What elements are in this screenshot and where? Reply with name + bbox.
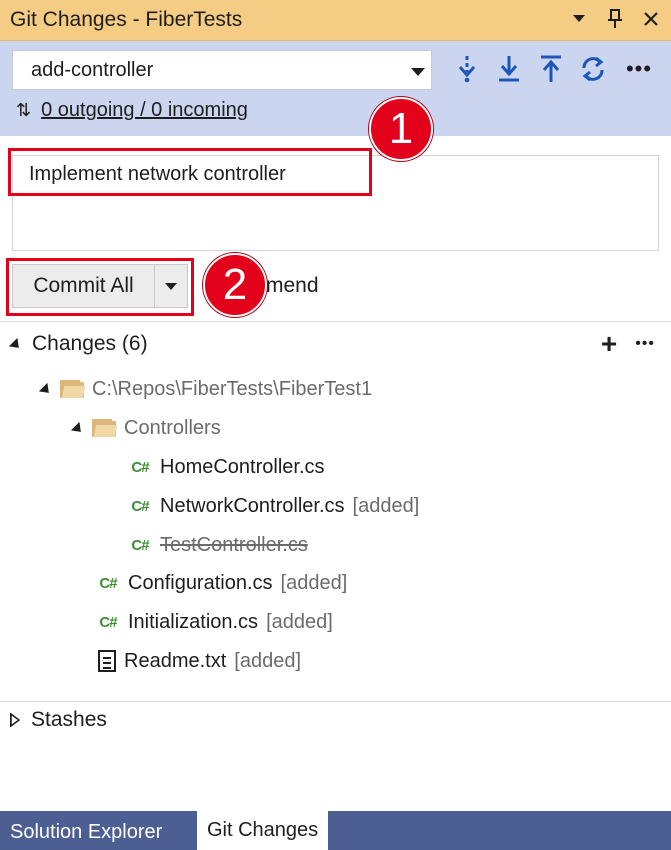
sync-icon[interactable]: [579, 53, 607, 85]
commit-all-label: Commit All: [13, 265, 155, 307]
tab-git-changes[interactable]: Git Changes: [197, 811, 329, 850]
list-item[interactable]: C# TestController.cs: [128, 530, 308, 560]
file-status-tag: [added]: [234, 649, 301, 672]
collapsed-triangle-icon: [10, 713, 20, 727]
fetch-icon[interactable]: [453, 53, 481, 85]
pin-icon[interactable]: [605, 7, 625, 31]
branch-dropdown[interactable]: add-controller: [12, 50, 432, 90]
tree-folder-row[interactable]: Controllers: [70, 413, 221, 443]
title-bar: Git Changes - FiberTests: [0, 0, 671, 41]
highlight-box-1: [8, 148, 372, 196]
more-icon[interactable]: •••: [635, 335, 655, 353]
text-file-icon: [98, 650, 116, 672]
list-item[interactable]: Readme.txt [added]: [98, 646, 301, 676]
folder-icon: [60, 380, 86, 398]
expanded-triangle-icon: [70, 421, 86, 437]
stage-all-icon[interactable]: +: [601, 330, 617, 358]
file-name: HomeController.cs: [160, 455, 325, 478]
branch-bar: add-controller ••• ⇅ 0 outgoing / 0 inco…: [0, 41, 671, 136]
commit-all-button[interactable]: Commit All: [12, 264, 188, 308]
csharp-file-icon: C#: [99, 613, 117, 631]
changes-title: Changes (6): [32, 332, 148, 355]
file-name: Initialization.cs: [128, 610, 259, 633]
csharp-file-icon: C#: [131, 458, 149, 476]
csharp-file-icon: C#: [99, 574, 117, 592]
amend-label[interactable]: mend: [266, 274, 319, 298]
csharp-file-icon: C#: [131, 536, 149, 554]
stashes-header[interactable]: Stashes: [10, 708, 107, 732]
sync-link[interactable]: 0 outgoing / 0 incoming: [41, 99, 248, 122]
file-name: Configuration.cs: [128, 571, 273, 594]
file-status-tag: [added]: [280, 571, 348, 594]
commit-dropdown-button[interactable]: [155, 265, 187, 307]
divider: [0, 321, 671, 322]
list-item[interactable]: C# Initialization.cs [added]: [96, 607, 333, 637]
changes-actions: + •••: [601, 330, 655, 358]
sync-status: ⇅ 0 outgoing / 0 incoming: [16, 99, 248, 122]
tree-repo-row[interactable]: C:\Repos\FiberTests\FiberTest1: [38, 374, 373, 404]
callout-badge-2: 2: [203, 253, 267, 317]
tab-solution-explorer[interactable]: Solution Explorer: [0, 815, 172, 850]
branch-name: add-controller: [31, 59, 154, 81]
chevron-down-icon: [165, 282, 177, 290]
push-icon[interactable]: [537, 53, 565, 85]
csharp-file-icon: C#: [131, 497, 149, 515]
divider: [0, 701, 671, 702]
changes-header[interactable]: Changes (6): [8, 332, 148, 356]
pull-icon[interactable]: [495, 53, 523, 85]
file-name: NetworkController.cs: [160, 494, 345, 517]
callout-badge-1: 1: [369, 97, 433, 161]
list-item[interactable]: C# NetworkController.cs [added]: [128, 491, 419, 521]
close-icon[interactable]: [641, 7, 661, 31]
expanded-triangle-icon: [38, 382, 54, 398]
more-icon[interactable]: •••: [625, 53, 653, 85]
bottom-tab-bar: Solution Explorer Git Changes: [0, 811, 671, 850]
expanded-triangle-icon: [8, 337, 24, 353]
up-down-arrows-icon: ⇅: [16, 100, 32, 120]
dropdown-arrow-icon[interactable]: [569, 7, 589, 31]
folder-name: Controllers: [124, 416, 221, 439]
file-name-deleted: TestController.cs: [160, 533, 308, 556]
file-status-tag: [added]: [352, 494, 420, 517]
file-name: Readme.txt: [124, 649, 227, 672]
repo-path: C:\Repos\FiberTests\FiberTest1: [92, 377, 373, 400]
file-status-tag: [added]: [266, 610, 333, 633]
folder-icon: [92, 419, 118, 437]
list-item[interactable]: C# Configuration.cs [added]: [96, 568, 347, 598]
stashes-title: Stashes: [31, 708, 107, 731]
list-item[interactable]: C# HomeController.cs: [128, 452, 325, 482]
window-title: Git Changes - FiberTests: [10, 8, 243, 31]
title-bar-icons: [569, 7, 661, 31]
git-actions: •••: [453, 53, 653, 85]
chevron-down-icon: [411, 68, 425, 76]
